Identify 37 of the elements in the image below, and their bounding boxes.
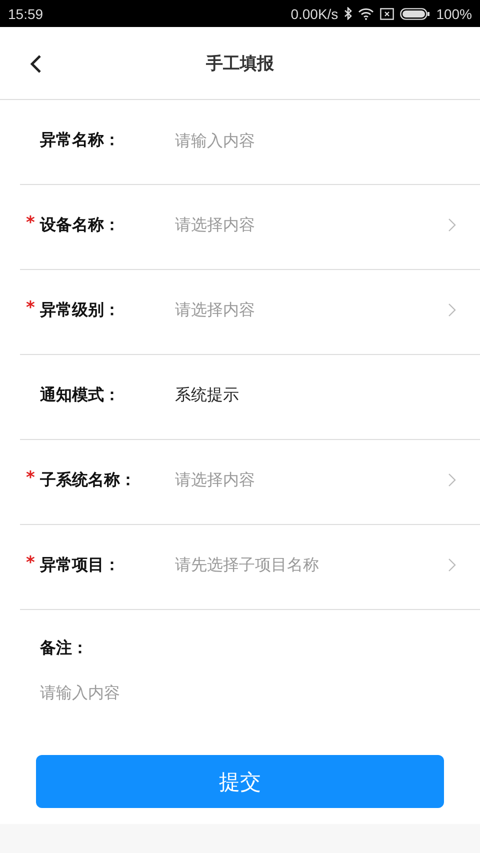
bluetooth-icon — [344, 7, 352, 20]
field-label: 备注： — [40, 638, 89, 659]
input-field[interactable]: 请输入内容 — [175, 130, 435, 150]
form-row[interactable]: * 设备名称： 请选择内容 — [20, 185, 480, 270]
form-row[interactable]: * 异常级别： 请选择内容 — [20, 270, 480, 355]
select-placeholder: 请选择内容 — [175, 214, 256, 236]
form-row[interactable]: 通知模式： 系统提示 — [20, 355, 480, 440]
field-label: 异常项目： — [40, 554, 120, 576]
field-label: 通知模式： — [40, 384, 120, 406]
required-mark: * — [26, 298, 35, 318]
field-label: 异常名称： — [40, 130, 120, 150]
select-placeholder: 请选择内容 — [175, 300, 256, 320]
remark-field[interactable]: 请输入内容 — [40, 683, 420, 702]
form-row[interactable]: * 子系统名称： 请选择内容 — [20, 440, 480, 525]
wifi-icon — [358, 8, 374, 20]
select-placeholder: 请选择内容 — [175, 470, 256, 490]
field-label: 子系统名称： — [40, 470, 136, 490]
chevron-icon — [448, 303, 456, 317]
sim-icon — [380, 8, 394, 20]
field-label: 异常级别： — [40, 300, 120, 320]
chevron-icon — [448, 473, 456, 487]
required-mark: * — [26, 212, 35, 232]
field-value: 系统提示 — [175, 384, 239, 406]
net-speed: 0.00K/s — [290, 6, 338, 22]
form-row[interactable]: 异常名称： 请输入内容 — [20, 100, 480, 185]
select-placeholder: 请先选择子项目名称 — [175, 554, 320, 576]
field-label: 设备名称： — [40, 214, 120, 236]
chevron-icon — [448, 558, 456, 572]
battery-level: 100% — [436, 6, 472, 22]
status-time: 15:59 — [8, 6, 44, 22]
required-mark: * — [26, 468, 35, 488]
page-title: 手工填报 — [206, 52, 274, 74]
back-icon — [30, 54, 42, 74]
form-row[interactable]: * 异常项目： 请先选择子项目名称 — [20, 525, 480, 610]
required-mark: * — [26, 552, 35, 572]
chevron-icon — [448, 218, 456, 232]
battery-icon — [400, 8, 430, 20]
